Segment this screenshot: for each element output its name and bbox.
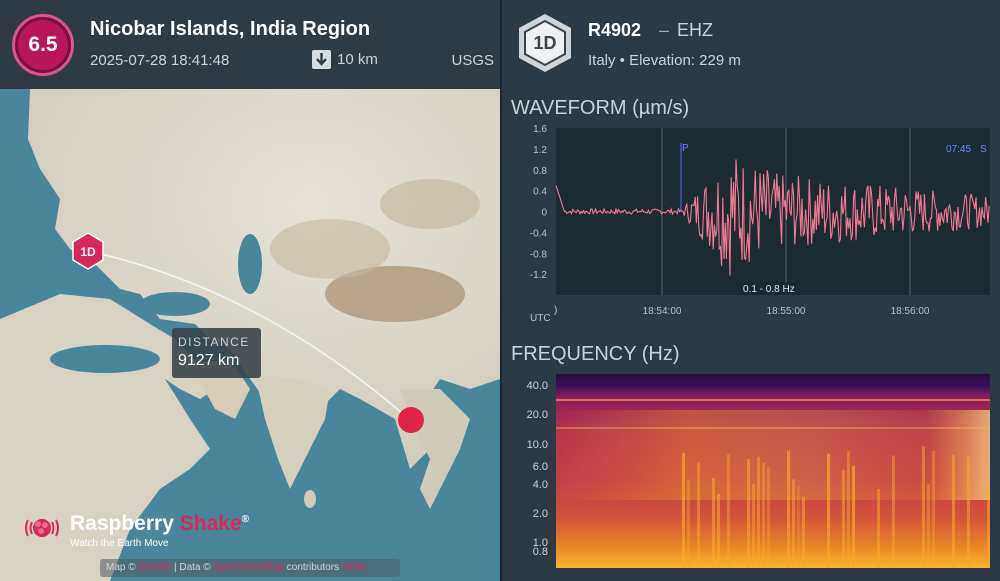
spectrogram-y-tick: 2.0 — [533, 508, 548, 520]
attribution-link-esri[interactable]: Esri/3D — [138, 562, 171, 573]
spectrogram-streak — [797, 486, 800, 568]
waveform-x-tick: 18:56:00 — [891, 306, 930, 317]
app-root: 6.5 Nicobar Islands, India Region 2025-0… — [0, 0, 1000, 581]
spectrogram-streak — [987, 484, 990, 568]
s-arrival-time: 07:45 — [946, 144, 971, 155]
spectrogram-streak — [687, 479, 690, 568]
event-source: USGS — [451, 52, 494, 69]
spectrogram-y-tick: 1.0 — [533, 537, 548, 549]
event-datetime: 2025-07-28 18:41:48 — [90, 52, 230, 69]
event-depth: 10 km — [312, 50, 378, 69]
spectrogram-y-tick: 4.0 — [533, 479, 548, 491]
spectrogram-streak — [852, 465, 855, 568]
spectrogram-streak — [712, 478, 715, 568]
event-header: 6.5 Nicobar Islands, India Region 2025-0… — [0, 0, 500, 89]
spectrogram-y-tick: 0.8 — [533, 546, 548, 558]
spectrogram-streak — [727, 454, 730, 568]
spectrogram-streak — [787, 450, 790, 568]
waveform-y-tick: 0 — [541, 208, 547, 219]
spectrogram-streak — [952, 454, 955, 568]
event-title: Nicobar Islands, India Region — [90, 18, 371, 40]
spectrogram-streak — [927, 483, 930, 568]
logo-tagline: Watch the Earth Move — [70, 538, 169, 549]
spectrogram-y-tick: 20.0 — [527, 409, 548, 421]
waveform-x-tick: 18:54:00 — [643, 306, 682, 317]
spectrogram-streak — [717, 493, 720, 568]
distance-box: DISTANCE 9127 km — [172, 328, 261, 378]
spectrogram-streak — [827, 453, 830, 568]
waveform-chart[interactable]: 1.6 1.2 0.8 0.4 0 -0.4 -0.8 -1.2 18:54:00 18:55:… — [502, 0, 1000, 340]
spectrogram-streak — [922, 446, 925, 568]
s-arrival-label: S — [980, 144, 987, 155]
logo-wordmark: Raspberry Shake® — [70, 512, 249, 536]
frequency-title: FREQUENCY (Hz) — [511, 343, 680, 365]
map-attribution: Map © Esri/3D | Data © OpenStreetMap con… — [100, 559, 400, 577]
attribution-mid: | Data © — [173, 562, 211, 573]
waveform-y-tick: -1.2 — [530, 270, 548, 281]
station-panel: 1D R4902 – EHZ Italy • Elevation: 229 m … — [502, 0, 1000, 581]
spectrogram-streak — [792, 479, 795, 568]
event-panel: 6.5 Nicobar Islands, India Region 2025-0… — [0, 0, 500, 581]
spectrogram-streak — [802, 496, 805, 568]
p-arrival-label: P — [682, 143, 689, 154]
raspberry-icon — [25, 519, 59, 537]
waveform-y-tick: 0.4 — [533, 187, 547, 198]
magnitude-badge: 6.5 — [12, 14, 74, 76]
depth-value: 10 km — [337, 51, 378, 68]
spectrogram-y-tick: 10.0 — [527, 439, 548, 451]
spectrogram-streak — [967, 456, 970, 568]
filter-label: 0.1 - 0.8 Hz — [743, 284, 795, 295]
spectrogram-energy — [556, 410, 990, 500]
spectrogram-y-tick: 40.0 — [527, 380, 548, 392]
spectrogram-streak — [767, 467, 770, 568]
distance-value: 9127 km — [178, 352, 240, 369]
spectrogram-streak — [752, 483, 755, 568]
spectrogram-streak — [847, 451, 850, 568]
waveform-y-tick: 0.8 — [533, 166, 547, 177]
attribution-prefix: Map © — [106, 562, 136, 573]
utc-label: UTC — [530, 313, 551, 324]
spectrogram-streak — [877, 488, 880, 568]
spectrogram-streak — [762, 462, 765, 568]
spectrogram-y-tick: 6.0 — [533, 461, 548, 473]
arrow-down-icon — [312, 50, 331, 69]
map-view[interactable]: 1D DISTANCE 9127 km Raspberry Shake® Wat… — [0, 89, 500, 581]
logo-reg: ® — [241, 514, 249, 525]
spectrogram-streak — [682, 453, 685, 568]
spectrogram-plot — [556, 374, 990, 568]
attribution-link-odbl[interactable]: ODbL — [342, 562, 368, 573]
spectrogram-streak — [842, 469, 845, 568]
waveform-x-tick: 18:55:00 — [767, 306, 806, 317]
spectrogram-streak — [697, 462, 700, 568]
spectrogram-streak — [747, 459, 750, 568]
waveform-y-tick: 1.6 — [533, 124, 547, 135]
waveform-y-tick: -0.8 — [530, 249, 548, 260]
waveform-y-tick: -0.4 — [530, 228, 548, 239]
waveform-y-tick: 1.2 — [533, 145, 547, 156]
attribution-suffix: contributors — [286, 562, 340, 573]
station-marker-label: 1D — [80, 245, 96, 259]
logo-name-a: Raspberry — [70, 512, 174, 535]
x-left-tick: ) — [554, 305, 557, 316]
attribution-link-osm[interactable]: OpenStreetMap — [213, 562, 284, 573]
spectrogram-streak — [757, 456, 760, 568]
logo-name-b: Shake — [179, 512, 242, 535]
spectrogram-streak — [932, 450, 935, 568]
spectrogram-streak — [892, 455, 895, 568]
epicenter-marker[interactable] — [398, 407, 424, 433]
distance-label: DISTANCE — [178, 335, 250, 349]
